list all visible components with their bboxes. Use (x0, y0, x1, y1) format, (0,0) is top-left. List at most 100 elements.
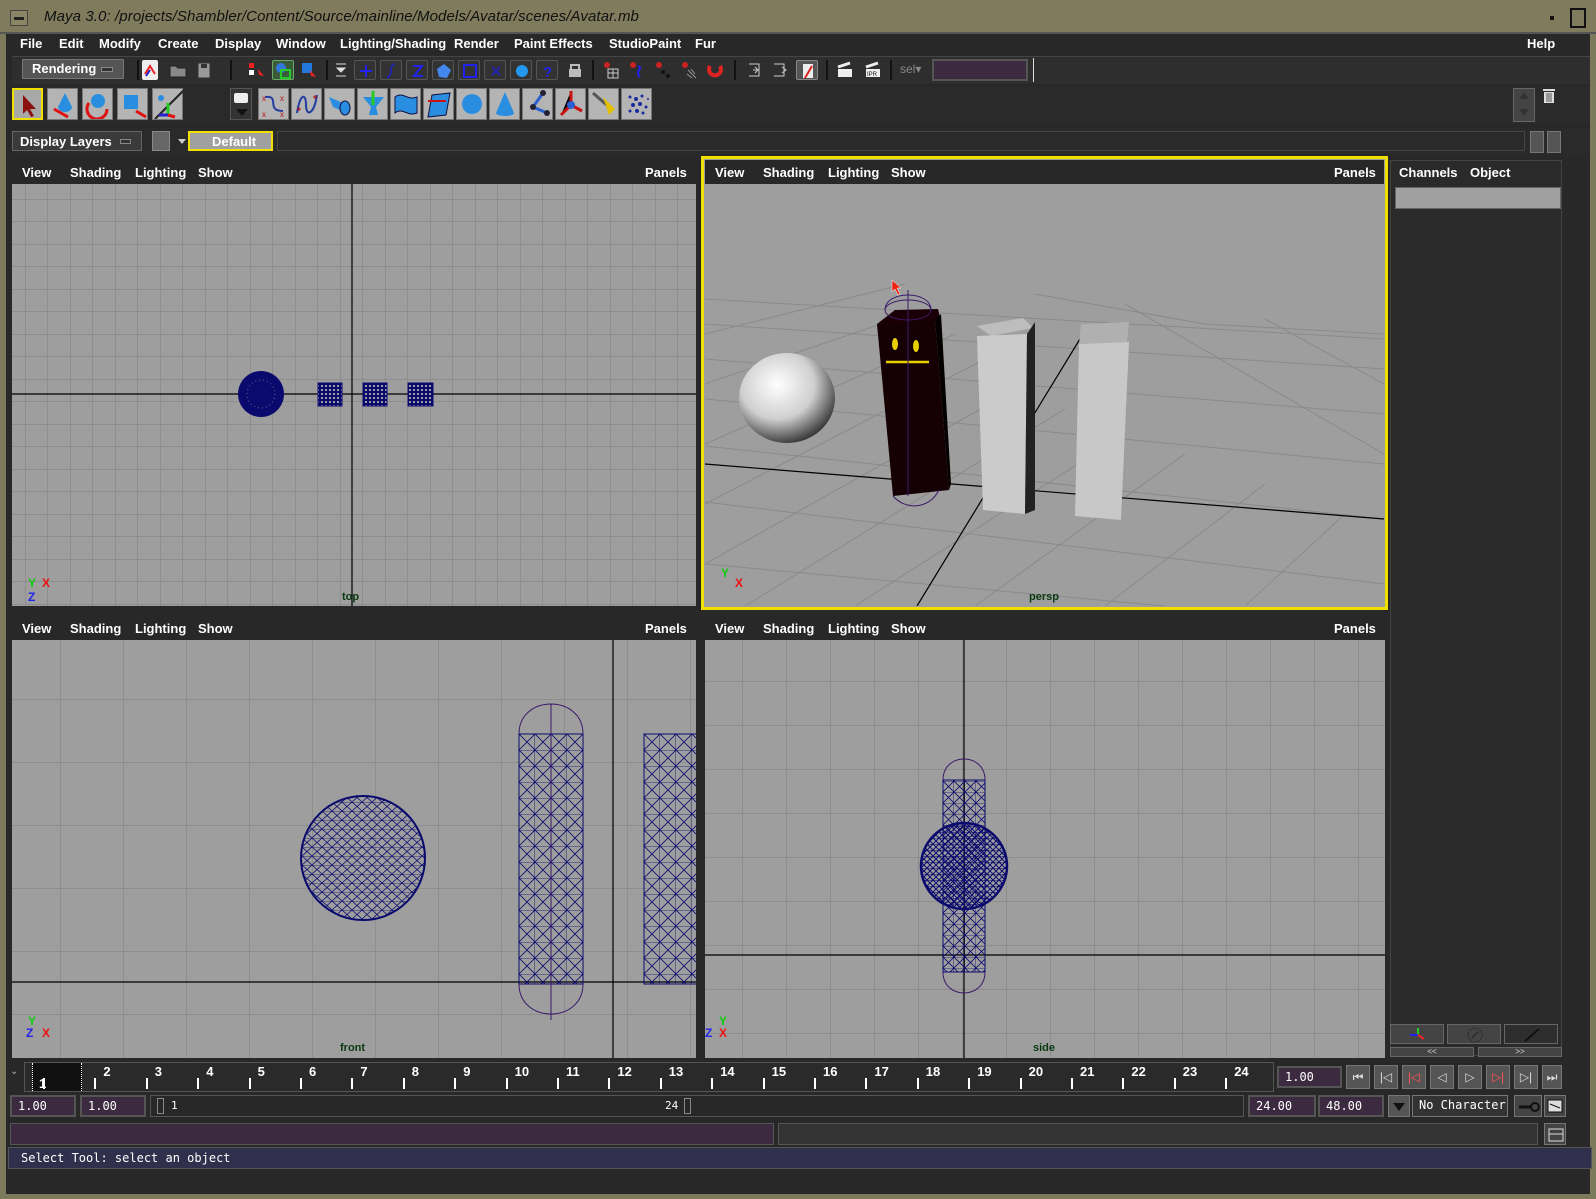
display-layers-button[interactable]: Display Layers (12, 131, 142, 151)
range-end-handle[interactable] (684, 1098, 691, 1114)
ipr-render-icon[interactable]: IPR (862, 60, 884, 80)
layer-scroll-left-button[interactable] (1530, 131, 1544, 153)
minimize-button[interactable] (1545, 10, 1561, 26)
viewport-menu-show[interactable]: Show (891, 165, 926, 180)
range-slider[interactable]: 1 24 (150, 1095, 1244, 1117)
playback-start-field[interactable]: 1.00 (80, 1095, 146, 1117)
viewport-menu-lighting[interactable]: Lighting (828, 621, 879, 636)
snap-point-icon[interactable] (406, 60, 428, 80)
selection-input[interactable] (932, 59, 1028, 81)
no-manipulator-button[interactable] (1447, 1024, 1501, 1044)
layer-scroll-right-button[interactable] (1547, 131, 1561, 153)
step-forward-frame-key-button[interactable]: ▷| (1486, 1065, 1510, 1089)
play-backwards-button[interactable]: ◁ (1430, 1065, 1454, 1089)
render-icon[interactable] (834, 60, 856, 80)
auto-key-button[interactable] (1514, 1095, 1542, 1117)
menu-paint-effects[interactable]: Paint Effects (514, 36, 593, 51)
shelf-scroll-buttons[interactable] (1513, 88, 1535, 122)
menu-render[interactable]: Render (454, 36, 499, 51)
character-menu-button[interactable] (1388, 1095, 1410, 1117)
menu-lighting-shading[interactable]: Lighting/Shading (340, 36, 446, 51)
select-tool-button[interactable] (12, 88, 43, 120)
shelf-item-cv-curve[interactable]: xxxx (258, 88, 289, 120)
magnet-icon[interactable] (704, 60, 726, 80)
menu-studiopaint[interactable]: StudioPaint (609, 36, 681, 51)
snap-curve-icon[interactable] (380, 60, 402, 80)
layer-default-button[interactable]: Default (188, 131, 273, 151)
viewport-menu-shading[interactable]: Shading (763, 165, 814, 180)
go-to-end-button[interactable]: ⏭ (1542, 1065, 1562, 1089)
go-to-start-button[interactable]: ⏮ (1346, 1065, 1370, 1089)
shelf-item-ik-handle[interactable] (555, 88, 586, 120)
viewport-persp-canvas[interactable] (705, 184, 1384, 606)
maximize-button[interactable] (1570, 8, 1586, 28)
chevron-up-icon[interactable] (1519, 92, 1529, 99)
channel-box-prev-button[interactable]: << (1390, 1047, 1474, 1057)
layer-options-icon[interactable] (152, 131, 170, 151)
shelf-item-birail[interactable] (423, 88, 454, 120)
snap-view-plane-icon[interactable] (432, 60, 454, 80)
snap-misc-icon[interactable]: ? (536, 60, 558, 81)
shelf-item-sphere[interactable] (456, 88, 487, 120)
manipulator-tool-button[interactable] (152, 88, 184, 120)
shelf-item-paint[interactable] (588, 88, 619, 120)
select-by-object-icon[interactable] (272, 60, 294, 80)
shelf-item-ep-curve[interactable] (291, 88, 322, 120)
chevron-down-icon[interactable] (1519, 109, 1529, 116)
viewport-menu-panels[interactable]: Panels (1334, 165, 1376, 180)
viewport-menu-show[interactable]: Show (198, 621, 233, 636)
input-ops-icon[interactable] (744, 60, 766, 80)
channel-box-tab-channels[interactable]: Channels (1399, 165, 1458, 180)
viewport-front-canvas[interactable] (12, 640, 696, 1058)
snap-grid-icon[interactable] (354, 60, 376, 80)
history-mesh-icon[interactable] (678, 60, 700, 80)
attribute-manipulator-button[interactable] (1504, 1024, 1558, 1044)
viewport-side[interactable]: View Shading Lighting Show Panels Y Z X … (705, 616, 1385, 1058)
current-time-field[interactable]: 1.00 (1277, 1066, 1342, 1088)
viewport-persp[interactable]: View Shading Lighting Show Panels Y X pe… (701, 156, 1388, 610)
menu-display[interactable]: Display (215, 36, 261, 51)
range-start-handle[interactable] (157, 1098, 164, 1114)
viewport-menu-view[interactable]: View (715, 165, 744, 180)
script-editor-button[interactable] (1544, 1123, 1566, 1145)
viewport-menu-lighting[interactable]: Lighting (828, 165, 879, 180)
command-line-input[interactable] (10, 1123, 774, 1145)
menu-help[interactable]: Help (1527, 36, 1555, 51)
viewport-top[interactable]: View Shading Lighting Show Panels Y X Z … (12, 160, 696, 606)
viewport-menu-shading[interactable]: Shading (763, 621, 814, 636)
lock-icon[interactable] (564, 60, 586, 80)
selection-mode-label[interactable]: sel▾ (900, 62, 921, 76)
viewport-menu-show[interactable]: Show (198, 165, 233, 180)
viewport-top-canvas[interactable] (12, 184, 696, 606)
viewport-side-canvas[interactable] (705, 640, 1385, 1058)
manipulator-toggle-button[interactable] (1390, 1024, 1444, 1044)
channel-box-object-field[interactable] (1395, 187, 1561, 209)
viewport-menu-shading[interactable]: Shading (70, 621, 121, 636)
viewport-menu-show[interactable]: Show (891, 621, 926, 636)
select-by-component-icon[interactable] (298, 60, 320, 80)
open-scene-icon[interactable] (168, 60, 188, 80)
viewport-front[interactable]: View Shading Lighting Show Panels Y Z X … (12, 616, 696, 1058)
start-time-field[interactable]: 1.00 (10, 1095, 76, 1117)
window-menu-button[interactable] (10, 10, 28, 26)
viewport-menu-shading[interactable]: Shading (70, 165, 121, 180)
scale-tool-button[interactable] (117, 88, 148, 120)
timeline-collapse-icon[interactable]: ⌄ (10, 1066, 18, 1077)
channel-box-tab-object[interactable]: Object (1470, 165, 1510, 180)
chevron-down-icon[interactable] (178, 139, 186, 144)
current-frame-indicator[interactable]: 1 (32, 1063, 82, 1091)
step-forward-key-button[interactable]: ▷| (1514, 1065, 1538, 1089)
viewport-menu-view[interactable]: View (22, 621, 51, 636)
shelf-item-particles[interactable] (621, 88, 652, 120)
move-tool-button[interactable] (47, 88, 78, 120)
shelf-tab-selector[interactable] (230, 88, 252, 120)
menu-set-selector[interactable]: Rendering (22, 59, 124, 79)
current-character-field[interactable]: No Character (1412, 1095, 1508, 1117)
select-by-hierarchy-icon[interactable] (246, 60, 268, 80)
viewport-menu-panels[interactable]: Panels (645, 165, 687, 180)
output-ops-icon[interactable] (770, 60, 792, 80)
animation-preferences-button[interactable] (1544, 1095, 1566, 1117)
shelf-item-joint[interactable] (522, 88, 553, 120)
snap-pivot-icon[interactable] (484, 60, 506, 80)
snap-live-icon[interactable] (458, 60, 480, 80)
